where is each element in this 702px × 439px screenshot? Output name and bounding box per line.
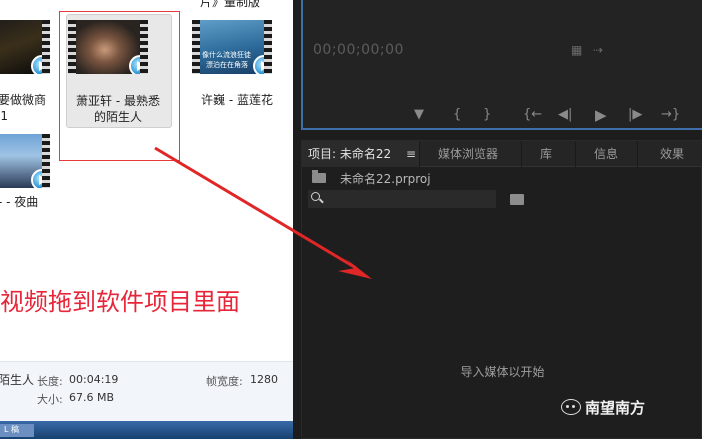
length-value: 00:04:19 [69, 373, 119, 386]
play-icon[interactable]: ▶ [595, 108, 607, 123]
search-icon [311, 192, 320, 201]
project-file-row: 未命名22.prproj [302, 167, 702, 189]
file-name-3: 许巍 - 蓝莲花 [201, 93, 273, 107]
video-file-icon [31, 169, 50, 188]
taskbar-button[interactable]: L 稿 [0, 424, 34, 437]
tab-libraries[interactable]: 库 [522, 141, 576, 167]
empty-project-message: 导入媒体以开始 [460, 365, 545, 379]
video-file-icon [253, 55, 272, 74]
settings-icon[interactable]: ⇢ [593, 44, 603, 56]
file-explorer-window: 片》量制版 要做微商 -1 萧亚轩 - 最熟悉 的陌生人 像什么流浪狂徒 漂泊在… [0, 0, 293, 439]
panel-tab-bar: 项目: 未命名22 ≡ 媒体浏览器 库 信息 效果 [302, 141, 702, 167]
size-value: 67.6 MB [69, 391, 115, 404]
file-details-pane: 陌生人 长度: 00:04:19 大小: 67.6 MB 帧宽度: 1280 [0, 361, 293, 421]
size-label: 大小: [37, 393, 63, 406]
step-forward-icon[interactable]: |▶ [628, 108, 642, 122]
file-name-1b: -1 [0, 109, 8, 123]
new-bin-icon[interactable] [510, 194, 524, 205]
export-frame-icon[interactable]: ▦ [571, 44, 582, 56]
video-file-icon [31, 55, 50, 74]
mark-in-icon[interactable]: { [453, 108, 461, 122]
marker-icon[interactable]: ▼ [414, 108, 424, 122]
frame-width-label: 帧宽度: [206, 375, 243, 388]
cut-file-label: 片》量制版 [200, 0, 261, 9]
watermark: 南望南方 [561, 397, 646, 419]
video-thumbnail [0, 20, 50, 74]
file-name-4: - - 夜曲 [0, 195, 39, 209]
tab-effects[interactable]: 效果 [638, 141, 702, 167]
length-label: 长度: [37, 375, 63, 388]
taskbar: L 稿 [0, 421, 293, 439]
search-input[interactable] [308, 190, 496, 208]
details-file-name: 陌生人 [0, 373, 35, 387]
tab-project[interactable]: 项目: 未命名22 [302, 141, 420, 167]
folder-icon [312, 170, 326, 183]
video-thumbnail [0, 134, 50, 188]
watermark-text: 南望南方 [585, 399, 646, 417]
video-thumbnail: 像什么流浪狂徒 漂泊在在角落 [192, 20, 272, 74]
go-to-in-icon[interactable]: {← [523, 108, 542, 122]
go-to-out-icon[interactable]: →} [661, 108, 680, 122]
thumbnail-caption-1: 像什么流浪狂徒 [202, 51, 251, 59]
frame-width-value: 1280 [250, 373, 278, 386]
wechat-icon [561, 399, 581, 415]
program-monitor: 00;00;00;00 ▦ ⇢ ▼ { } {← ◀| ▶ |▶ →} [301, 0, 702, 130]
timecode-display[interactable]: 00;00;00;00 [313, 42, 404, 58]
project-file-name: 未命名22.prproj [340, 172, 431, 186]
project-panel: 项目: 未命名22 ≡ 媒体浏览器 库 信息 效果 未命名22.prproj 导… [301, 140, 702, 439]
highlight-annotation-box [59, 11, 180, 161]
mark-out-icon[interactable]: } [483, 108, 491, 122]
tab-info[interactable]: 信息 [576, 141, 638, 167]
tab-media-browser[interactable]: 媒体浏览器 [424, 141, 522, 167]
file-name-1a: 要做微商 [0, 93, 47, 107]
panel-menu-icon[interactable]: ≡ [406, 141, 416, 167]
taskbar-button-label: L 稿 [4, 425, 19, 434]
premiere-window: 00;00;00;00 ▦ ⇢ ▼ { } {← ◀| ▶ |▶ →} 项目: … [293, 0, 702, 439]
step-back-icon[interactable]: ◀| [558, 108, 572, 122]
thumbnail-caption-2: 漂泊在在角落 [206, 61, 248, 69]
instruction-annotation: 视频拖到软件项目里面 [0, 288, 240, 316]
search-row [302, 189, 702, 211]
